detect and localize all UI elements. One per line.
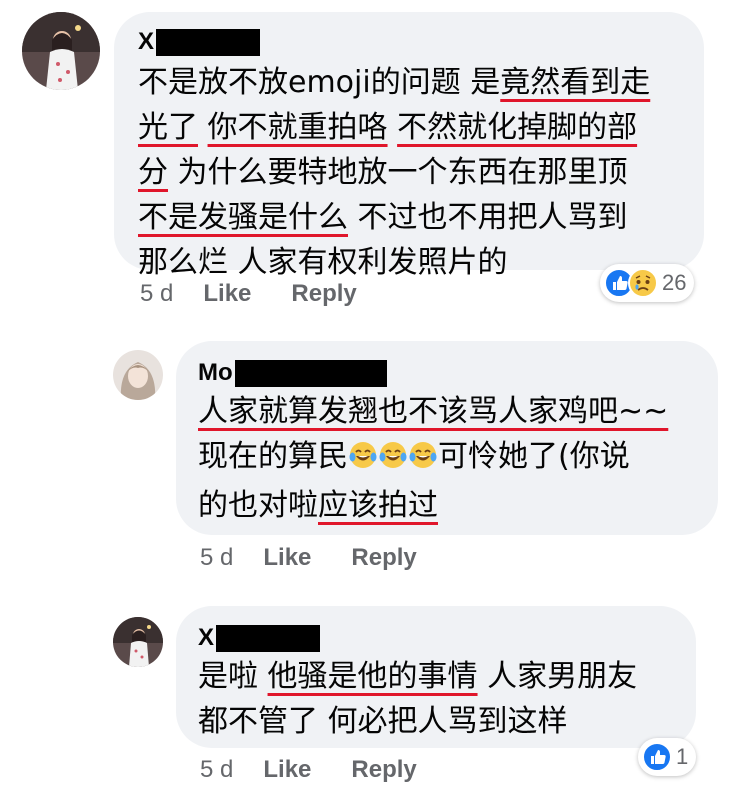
reply-button[interactable]: Reply [351, 756, 416, 784]
comment-text-segment: 是啦 [198, 659, 268, 694]
underlined-text: 竟然看到走 [500, 65, 651, 100]
comment-author[interactable]: X [138, 28, 261, 56]
avatar[interactable] [113, 350, 163, 400]
comment-text-segment: 都不管了 何必把人骂到这样 [198, 704, 568, 739]
reply-button[interactable]: Reply [291, 280, 356, 308]
comment-actions: 5 d Like Reply [200, 544, 457, 572]
comment-text-segment: 的也对啦 [198, 488, 318, 523]
avatar[interactable] [22, 12, 100, 90]
comment-text-segment: 人家男朋友 [477, 659, 638, 694]
underlined-text: 人家就算发翘也不该骂人家鸡吧~~ [198, 394, 669, 429]
comment-actions: 5 d Like Reply [200, 756, 457, 784]
avatar[interactable] [113, 617, 163, 667]
redaction-bar [216, 624, 321, 652]
redaction-bar [156, 28, 261, 56]
laughing-tears-icon [348, 438, 378, 483]
underlined-text: 不是发骚是什么 [138, 200, 348, 235]
comment-timestamp[interactable]: 5 d [200, 756, 233, 784]
underlined-text: 不然就化掉脚的部 [397, 110, 638, 145]
comment-text-segment: 不是放不放emoji的问题 是 [138, 65, 501, 100]
like-icon [642, 742, 672, 772]
like-button[interactable]: Like [263, 756, 311, 784]
comment-bubble: Mo 人家就算发翘也不该骂人家鸡吧~~ 现在的算民 可怜她了(你说的也对啦应该拍过 [176, 341, 718, 535]
comment-text-segment: 现在的算民 [198, 439, 348, 474]
reaction-summary[interactable]: 1 [638, 738, 697, 776]
underlined-text: 光了 [138, 110, 198, 145]
underlined-text: 他骚是他的事情 [267, 659, 478, 694]
underlined-text: 分 [138, 155, 168, 190]
underlined-text: 应该拍过 [318, 488, 438, 523]
comment-text: 人家就算发翘也不该骂人家鸡吧~~ 现在的算民 可怜她了(你说的也对啦应该拍过 [198, 389, 718, 528]
comment-text-segment [388, 110, 398, 145]
like-button[interactable]: Like [203, 280, 251, 308]
laughing-tears-icon [408, 438, 438, 483]
sad-face-icon [628, 268, 658, 298]
redaction-bar [234, 359, 387, 387]
comment-actions: 5 d Like Reply [140, 280, 397, 308]
comment-bubble: X 不是放不放emoji的问题 是竟然看到走光了 你不就重拍咯 不然就化掉脚的部… [114, 12, 704, 280]
comment-bubble: X 是啦 他骚是他的事情 人家男朋友都不管了 何必把人骂到这样 [176, 606, 696, 748]
reaction-summary[interactable]: 26 [600, 264, 695, 302]
reply-button[interactable]: Reply [351, 544, 416, 572]
comment-author[interactable]: X [198, 624, 321, 652]
reaction-count: 1 [676, 744, 689, 769]
comment-text-segment [198, 110, 208, 145]
comment-author[interactable]: Mo [198, 359, 387, 387]
underlined-text: 你不就重拍咯 [207, 110, 388, 145]
like-button[interactable]: Like [263, 544, 311, 572]
comment-timestamp[interactable]: 5 d [140, 280, 173, 308]
comment-text-segment: 可怜她了(你说 [438, 439, 630, 474]
comment-timestamp[interactable]: 5 d [200, 544, 233, 572]
comment-text: 是啦 他骚是他的事情 人家男朋友都不管了 何必把人骂到这样 [198, 654, 688, 744]
reaction-count: 26 [662, 270, 687, 295]
comment-text: 不是放不放emoji的问题 是竟然看到走 光了 你不就重拍咯 不然就化掉脚的部分 … [138, 60, 698, 285]
comment-text-segment: 不过也不用把人骂到 [348, 200, 628, 235]
laughing-tears-icon [378, 438, 408, 483]
comment-text-segment: 那么烂 人家有权利发照片的 [138, 245, 508, 280]
comment-text-segment: 为什么要特地放一个东西在那里顶 [168, 155, 628, 190]
